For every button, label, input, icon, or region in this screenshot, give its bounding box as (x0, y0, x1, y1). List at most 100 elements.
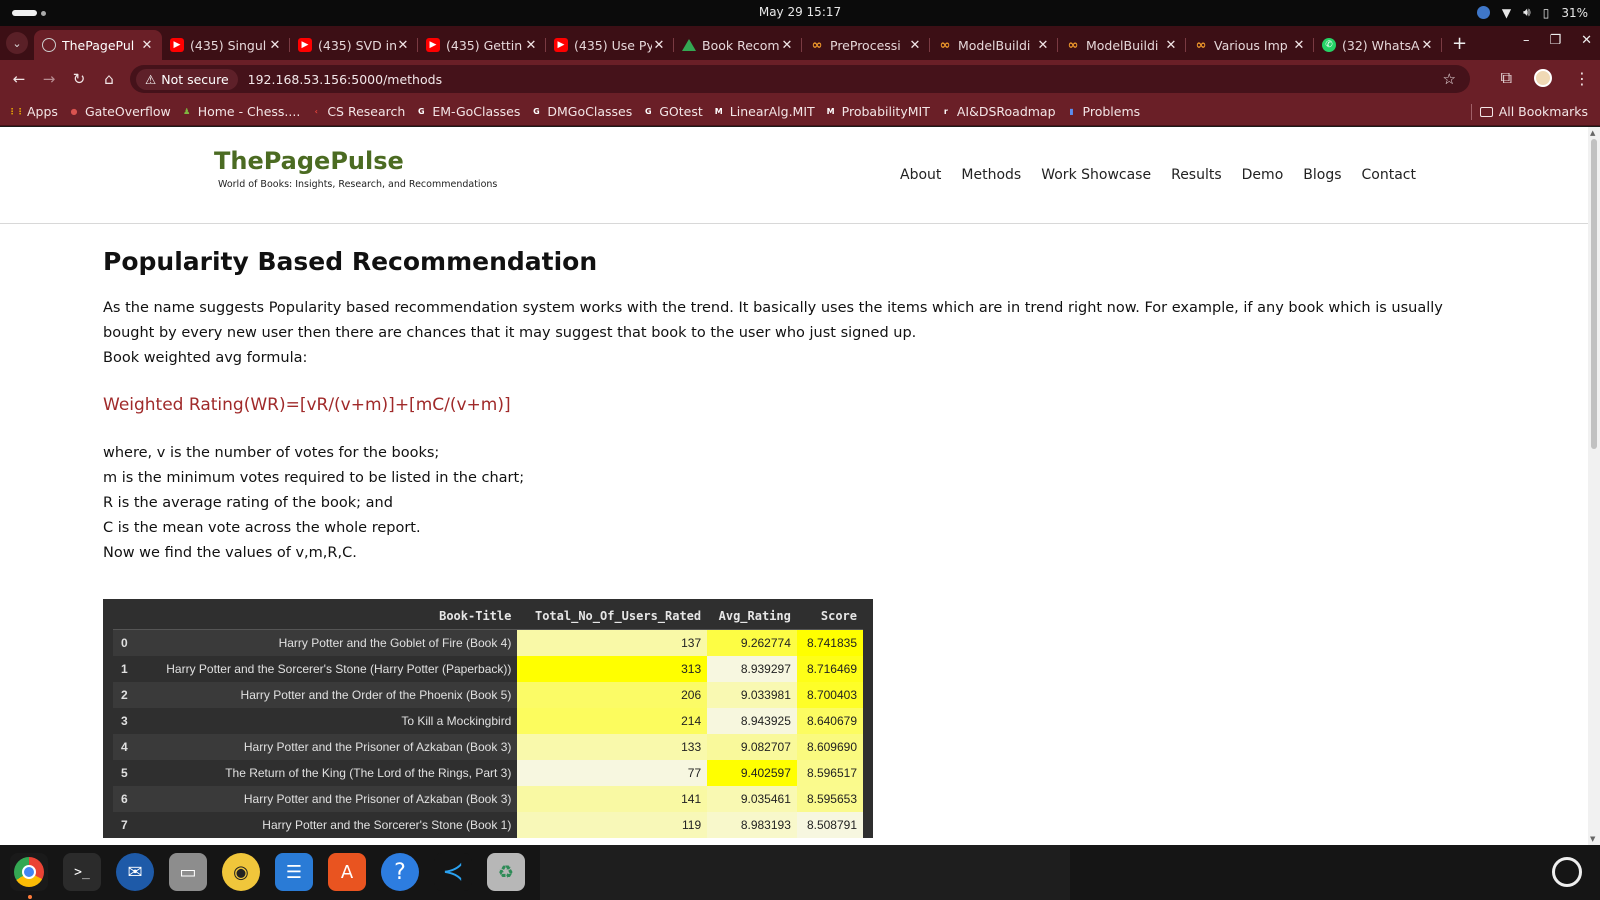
minimize-icon[interactable]: – (1523, 33, 1530, 48)
security-chip[interactable]: ⚠ Not secure (136, 68, 238, 90)
tab-title: (32) WhatsA (1342, 37, 1420, 53)
tab-close-icon[interactable]: ✕ (140, 38, 154, 53)
battery-icon: ▯ (1542, 5, 1550, 20)
wifi-icon: ▼ (1501, 5, 1512, 20)
bookmark-favicon-icon: G (418, 107, 425, 116)
nav-link-blogs[interactable]: Blogs (1303, 167, 1341, 183)
nav-link-demo[interactable]: Demo (1242, 167, 1284, 183)
tab-close-icon[interactable]: ✕ (1420, 38, 1434, 53)
bookmark-label: Home - Chess.... (197, 104, 301, 119)
bookmark-star-icon[interactable]: ☆ (1443, 70, 1456, 88)
scrollbar-thumb[interactable] (1591, 139, 1597, 449)
url-text[interactable]: 192.168.53.156:5000/methods (248, 72, 442, 87)
back-arrow-icon[interactable]: ← (4, 70, 34, 88)
tab-title: ModelBuildi (1086, 37, 1159, 53)
tab-2[interactable]: ▶ (435) SVD in ✕ (290, 30, 418, 60)
bookmark-item[interactable]: ● GateOverflow (68, 104, 170, 119)
rhythmbox-icon[interactable]: ◉ (222, 853, 260, 891)
bookmark-label: CS Research (327, 104, 406, 119)
maximize-icon[interactable]: ❐ (1549, 33, 1561, 48)
tab-8[interactable]: ∞ ModelBuildi ✕ (1058, 30, 1186, 60)
system-clock[interactable]: May 29 15:17 (0, 5, 1600, 19)
cell-avg: 9.402597 (707, 759, 797, 786)
tab-close-icon[interactable]: ✕ (1164, 38, 1178, 53)
help-icon[interactable]: ? (381, 853, 419, 891)
tab-close-icon[interactable]: ✕ (524, 38, 538, 53)
address-bar[interactable]: ⚠ Not secure 192.168.53.156:5000/methods… (130, 65, 1470, 93)
app-center-icon[interactable]: A (328, 853, 366, 891)
bookmark-item[interactable]: ‹ CS Research (310, 104, 406, 119)
tab-3[interactable]: ▶ (435) Gettin ✕ (418, 30, 546, 60)
reload-icon[interactable]: ↻ (64, 70, 94, 88)
close-window-icon[interactable]: ✕ (1581, 33, 1592, 48)
tab-strip: ⌄ ThePagePul ✕ ▶ (435) Singul ✕ ▶ (435) SVD in… (0, 26, 1600, 60)
trash-icon[interactable]: ♻ (487, 853, 525, 891)
scroll-down-arrow-icon[interactable]: ▼ (1590, 835, 1595, 843)
cell-title: Harry Potter and the Prisoner of Azkaban… (137, 733, 518, 760)
tab-close-icon[interactable]: ✕ (268, 38, 282, 53)
table-row: 3 To Kill a Mockingbird 214 8.943925 8.64067… (113, 707, 863, 734)
site-brand[interactable]: ThePagePulse World of Books: Insights, R… (214, 147, 497, 190)
cell-users: 77 (517, 759, 708, 786)
tab-close-icon[interactable]: ✕ (780, 38, 794, 53)
tab-title: (435) Singul (190, 37, 267, 53)
profile-avatar[interactable] (1534, 69, 1552, 87)
tab-9[interactable]: ∞ Various Imp ✕ (1186, 30, 1314, 60)
chrome-icon[interactable] (10, 853, 48, 891)
tab-separator (1441, 38, 1442, 52)
vscode-icon[interactable]: ≺ (434, 853, 472, 891)
terminal-icon[interactable]: >_ (63, 853, 101, 891)
page-scrollbar[interactable]: ▲ ▼ (1588, 127, 1600, 845)
brand-tagline: World of Books: Insights, Research, and … (218, 179, 498, 190)
brand-name[interactable]: ThePagePulse (214, 147, 497, 175)
bookmark-item[interactable]: M LinearAlg.MIT (713, 104, 815, 119)
browser-menu-icon[interactable]: ⋮ (1574, 69, 1590, 88)
extensions-puzzle-icon[interactable]: ⧉ (1501, 68, 1512, 88)
bookmark-item[interactable]: M ProbabilityMIT (825, 104, 930, 119)
tab-0[interactable]: ThePagePul ✕ (34, 30, 162, 60)
all-bookmarks-button[interactable]: All Bookmarks (1479, 104, 1588, 119)
bookmark-item[interactable]: G EM-GoClasses (415, 104, 520, 119)
bookmarks-bar: ⋮⋮ Apps ● GateOverflow ♟ Home - Chess.... ‹ CS … (0, 98, 1600, 126)
bookmark-item[interactable]: ▮ Problems (1066, 104, 1140, 119)
cell-score: 8.596517 (796, 759, 863, 786)
nav-link-methods[interactable]: Methods (961, 167, 1021, 183)
new-tab-plus-icon[interactable]: + (1452, 33, 1467, 54)
tab-4[interactable]: ▶ (435) Use Py ✕ (546, 30, 674, 60)
tab-10[interactable]: ✆ (32) WhatsA ✕ (1314, 30, 1442, 60)
tab-1[interactable]: ▶ (435) Singul ✕ (162, 30, 290, 60)
system-tray[interactable]: ▼ 🔊︎ ▯ 31% (1476, 5, 1588, 20)
home-icon[interactable]: ⌂ (94, 70, 124, 88)
scroll-up-arrow-icon[interactable]: ▲ (1590, 129, 1595, 137)
bookmark-item[interactable]: G GOtest (642, 104, 703, 119)
bookmark-item[interactable]: G DMGoClasses (530, 104, 632, 119)
page-content: Popularity Based Recommendation As the n… (103, 247, 1463, 566)
tab-close-icon[interactable]: ✕ (396, 38, 410, 53)
files-icon[interactable]: ▭ (169, 853, 207, 891)
cell-users: 206 (517, 681, 708, 708)
tab-6[interactable]: ∞ PreProcessi ✕ (802, 30, 930, 60)
tab-close-icon[interactable]: ✕ (908, 38, 922, 53)
column-header: Score (796, 603, 863, 630)
writer-icon[interactable]: ☰ (275, 853, 313, 891)
nav-link-about[interactable]: About (900, 167, 941, 183)
tab-search-chevron-icon[interactable]: ⌄ (6, 32, 28, 54)
tab-close-icon[interactable]: ✕ (652, 38, 666, 53)
tab-7[interactable]: ∞ ModelBuildi ✕ (930, 30, 1058, 60)
cell-score: 8.609690 (796, 733, 863, 760)
tab-close-icon[interactable]: ✕ (1292, 38, 1306, 53)
bookmark-item[interactable]: ♟ Home - Chess.... (181, 104, 301, 119)
bookmark-item[interactable]: ⋮⋮ Apps (8, 104, 58, 119)
thunderbird-icon[interactable]: ✉ (116, 853, 154, 891)
forward-arrow-icon[interactable]: → (34, 70, 64, 88)
bookmark-favicon-icon: r (943, 107, 948, 116)
show-apps-icon[interactable] (1552, 857, 1582, 887)
nav-link-results[interactable]: Results (1171, 167, 1222, 183)
intro-paragraph: As the name suggests Popularity based re… (103, 300, 1443, 341)
tab-5[interactable]: Book Recom ✕ (674, 30, 802, 60)
site-header: ThePagePulse World of Books: Insights, R… (0, 127, 1588, 224)
bookmark-item[interactable]: r AI&DSRoadmap (940, 104, 1056, 119)
nav-link-contact[interactable]: Contact (1362, 167, 1416, 183)
tab-close-icon[interactable]: ✕ (1036, 38, 1050, 53)
nav-link-work-showcase[interactable]: Work Showcase (1041, 167, 1151, 183)
